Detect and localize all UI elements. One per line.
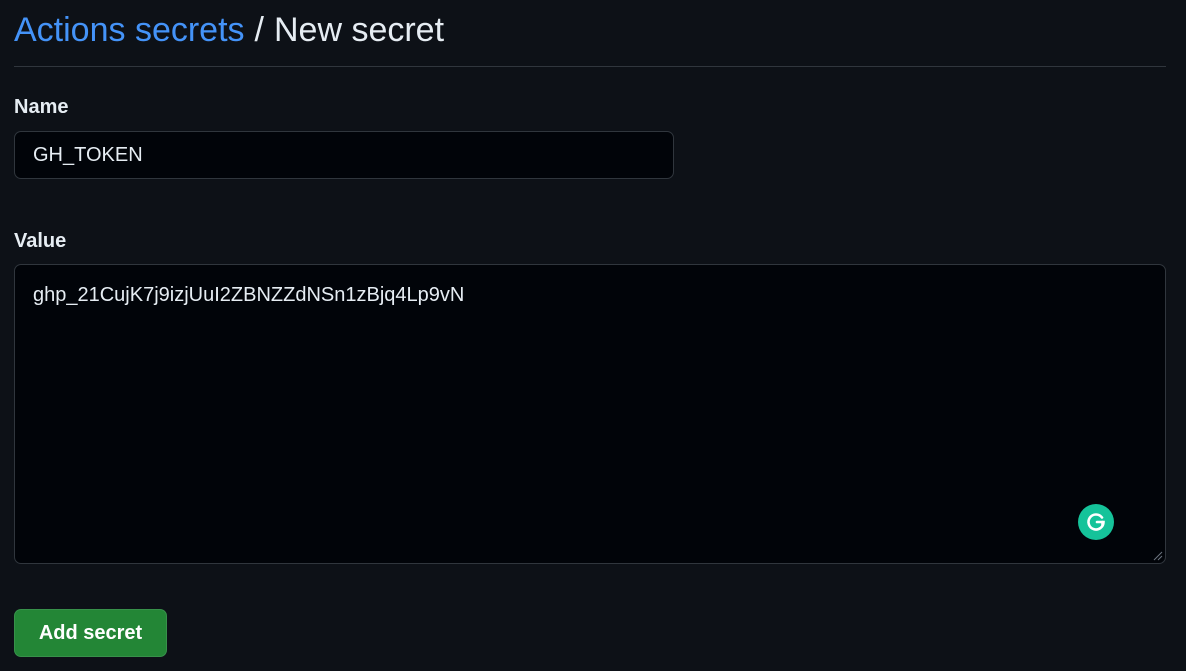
resize-handle-icon[interactable]: [1153, 551, 1163, 561]
value-textarea[interactable]: ghp_21CujK7j9izjUuI2ZBNZZdNSn1zBjq4Lp9vN: [14, 264, 1166, 564]
name-label: Name: [14, 96, 69, 118]
value-label: Value: [14, 230, 67, 252]
page-title: Actions secrets / New secret: [14, 0, 1166, 67]
new-secret-page: Actions secrets / New secret Name Value …: [0, 0, 1186, 671]
breadcrumb-separator: /: [254, 11, 264, 49]
grammarly-icon[interactable]: [1078, 504, 1114, 540]
grammarly-g-glyph: [1087, 513, 1105, 531]
breadcrumb-current: New secret: [273, 11, 445, 49]
name-input[interactable]: [14, 131, 674, 179]
breadcrumb-actions-secrets-link[interactable]: Actions secrets: [14, 13, 245, 47]
value-field: ghp_21CujK7j9izjUuI2ZBNZZdNSn1zBjq4Lp9vN: [14, 264, 1166, 564]
add-secret-button[interactable]: Add secret: [14, 609, 167, 657]
